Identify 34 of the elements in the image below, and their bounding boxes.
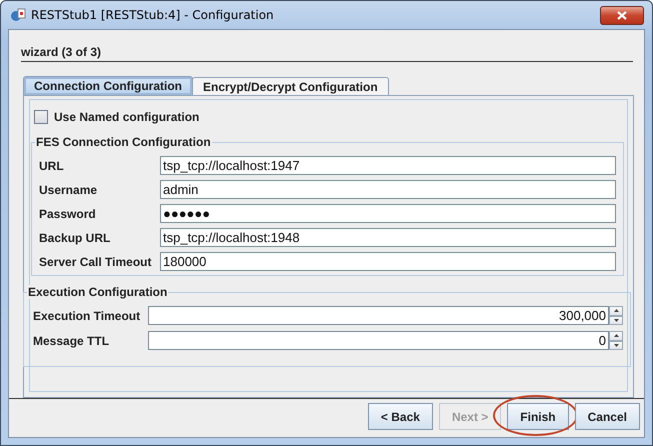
down-arrow-icon — [614, 318, 618, 322]
window-title: RESTStub1 [RESTStub:4] - Configuration — [31, 8, 275, 22]
spin-up-button[interactable] — [609, 306, 623, 316]
field-label: Execution Timeout — [33, 308, 142, 322]
checkbox-label: Use Named configuration — [54, 110, 200, 124]
tab[interactable]: Encrypt/Decrypt Configuration — [192, 77, 389, 95]
spinner-field[interactable]: 300,000 — [148, 306, 609, 325]
up-arrow-icon — [614, 334, 618, 338]
spinner-field[interactable]: 0 — [148, 331, 609, 350]
dialog-button[interactable]: Finish — [507, 403, 569, 430]
input-field[interactable]: tsp_tcp://localhost:1948 — [160, 228, 616, 247]
up-arrow-icon — [614, 309, 618, 312]
close-icon — [617, 10, 627, 20]
spin-up-button[interactable] — [609, 331, 623, 340]
down-arrow-icon — [614, 344, 618, 347]
field-label: Password — [39, 206, 97, 220]
app-icon — [10, 7, 26, 23]
field-label: URL — [39, 158, 65, 172]
input-field[interactable]: tsp_tcp://localhost:1947 — [160, 156, 616, 175]
input-field[interactable]: ●●●●●● — [160, 204, 616, 223]
field-label: Server Call Timeout — [39, 254, 152, 268]
dialog-button[interactable]: < Back — [368, 403, 433, 430]
field-label: Backup URL — [39, 230, 112, 244]
group-title: Execution Configuration — [27, 285, 168, 299]
checkbox[interactable] — [34, 110, 48, 124]
field-label: Username — [39, 182, 98, 196]
field-label: Message TTL — [33, 334, 110, 348]
wizard-step-label: wizard (3 of 3) — [21, 45, 102, 59]
close-button[interactable] — [600, 6, 644, 24]
input-field[interactable]: 180000 — [160, 252, 616, 271]
group-title: FES Connection Configuration — [35, 135, 212, 149]
dialog-button[interactable]: Cancel — [574, 403, 640, 430]
input-field[interactable]: admin — [160, 180, 616, 199]
tab[interactable]: Connection Configuration — [23, 76, 193, 95]
